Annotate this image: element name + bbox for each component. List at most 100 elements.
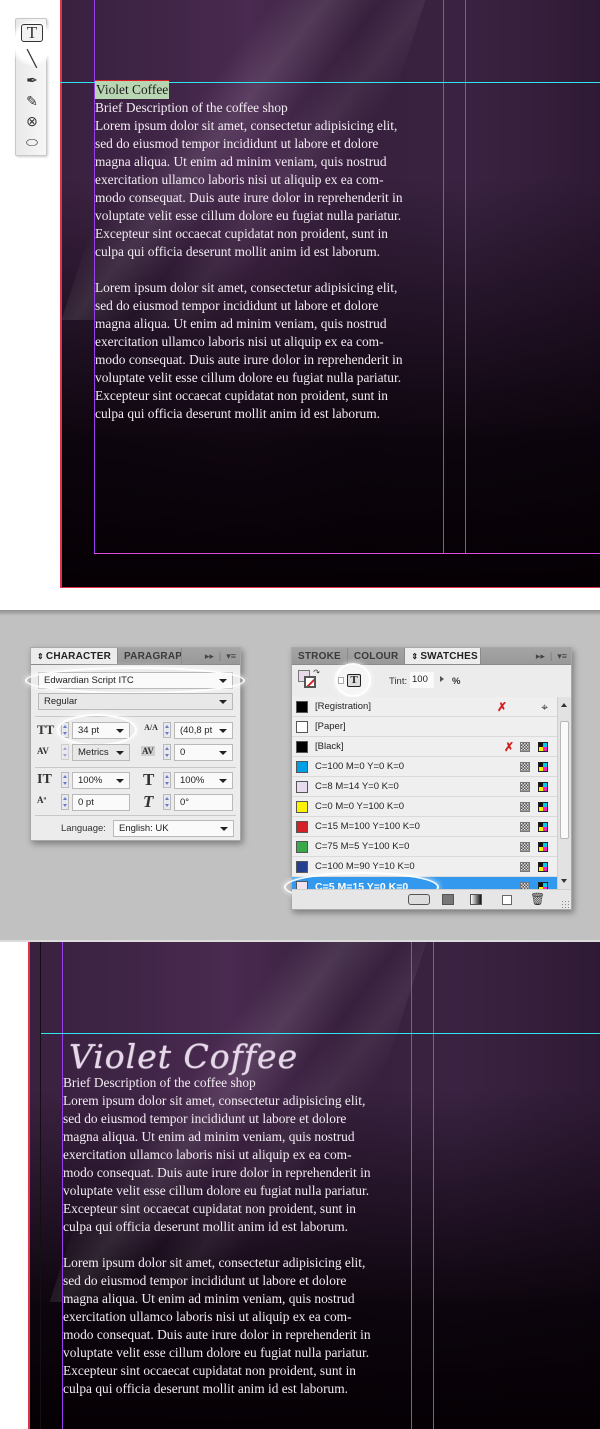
swatch-row[interactable]: C=75 M=5 Y=100 K=0 xyxy=(292,837,557,857)
tab-stroke[interactable]: STROKE xyxy=(292,648,348,664)
leading-stepper[interactable] xyxy=(163,722,171,738)
font-size-dropdown[interactable]: 34 pt xyxy=(72,722,130,739)
formatting-text-button[interactable]: T xyxy=(347,674,361,687)
pencil-tool-button[interactable]: ✎ xyxy=(20,91,44,111)
scroll-down-arrow-icon[interactable] xyxy=(561,879,567,883)
horizontal-scale-dropdown[interactable]: 100% xyxy=(174,772,233,789)
text-frame[interactable]: Violet Coffee Brief Description of the c… xyxy=(63,1040,413,1398)
leading-icon: A/A xyxy=(144,723,158,732)
formatting-container-icon[interactable] xyxy=(338,677,344,684)
swatch-row[interactable]: [Paper] xyxy=(292,717,557,737)
tint-value: 100 xyxy=(412,674,428,685)
tab-label: CHARACTER xyxy=(45,651,112,662)
ellipse-tool-button[interactable]: ⬭ xyxy=(20,132,44,152)
chevron-down-icon xyxy=(219,779,227,783)
vertical-scale-stepper[interactable] xyxy=(61,772,69,788)
process-color-icon xyxy=(520,802,530,812)
swatch-color-chip xyxy=(296,741,308,753)
tab-label: COLOUR xyxy=(353,651,399,662)
process-color-icon xyxy=(520,742,530,752)
baseline-shift-value: 0 pt xyxy=(78,797,94,808)
vertical-scale-value: 100% xyxy=(78,775,103,786)
font-size-icon: TT xyxy=(37,722,55,737)
scrollbar-thumb[interactable] xyxy=(560,721,569,839)
panel-menu-icon[interactable]: ▾≡ xyxy=(557,648,567,665)
kerning-value: Metrics xyxy=(78,747,109,758)
non-editable-icon: ✗ xyxy=(496,700,507,714)
bleed-bottom-edge xyxy=(60,587,600,588)
language-value: English: UK xyxy=(119,823,169,834)
cmyk-mode-icon xyxy=(538,762,548,772)
skew-icon: T xyxy=(143,792,154,811)
horizontal-scale-stepper[interactable] xyxy=(163,772,171,788)
tab-swatches[interactable]: ⇕ SWATCHES xyxy=(405,648,482,664)
font-size-value: 34 pt xyxy=(78,725,100,736)
tracking-dropdown[interactable]: 0 xyxy=(174,744,233,761)
scroll-up-arrow-icon[interactable] xyxy=(561,703,567,707)
font-family-dropdown[interactable]: Edwardian Script ITC xyxy=(38,672,233,689)
tab-paragraph[interactable]: PARAGRAPH xyxy=(118,648,183,664)
swatch-name: [Black] xyxy=(315,741,344,752)
tint-input[interactable]: 100 xyxy=(410,672,434,688)
swatch-row[interactable]: C=8 M=14 Y=0 K=0 xyxy=(292,777,557,797)
resize-grip-icon[interactable] xyxy=(561,900,569,908)
chevron-down-icon xyxy=(220,827,228,831)
vertical-scale-dropdown[interactable]: 100% xyxy=(72,772,130,789)
panels-area: ⇕CHARACTER PARAGRAPH ▸▸ | ▾≡ Edwardian S… xyxy=(0,610,600,942)
skew-input[interactable]: 0° xyxy=(174,794,233,811)
character-panel: ⇕CHARACTER PARAGRAPH ▸▸ | ▾≡ Edwardian S… xyxy=(25,647,245,841)
kerning-stepper[interactable] xyxy=(61,744,69,760)
swatch-row[interactable]: C=15 M=100 Y=100 K=0 xyxy=(292,817,557,837)
ellipse-icon: ⬭ xyxy=(26,133,38,150)
swatch-row[interactable]: [Registration] ✗ ⌖ xyxy=(292,697,557,717)
process-color-icon xyxy=(520,822,530,832)
swatch-name: C=15 M=100 Y=100 K=0 xyxy=(315,821,420,832)
type-tool-icon: T xyxy=(21,24,43,42)
swatch-list: [Registration] ✗ ⌖ [Paper] [Black] ✗ C=100 M=0… xyxy=(292,697,557,897)
type-tool-button[interactable]: T xyxy=(20,23,44,43)
fill-stroke-icon[interactable]: ↷ xyxy=(298,668,320,690)
expand-panel-icon[interactable]: ▸▸ xyxy=(536,648,545,665)
panel-menu-icon[interactable]: ▾≡ xyxy=(226,648,236,665)
text-frame[interactable]: Violet Coffee Brief Description of the c… xyxy=(95,80,445,423)
font-size-stepper[interactable] xyxy=(61,722,69,738)
tools-panel: T ╲ ✒ ✎ ⊗ ⬭ xyxy=(9,18,57,156)
line-tool-button[interactable]: ╲ xyxy=(20,49,44,69)
pen-tool-icon: ✒ xyxy=(26,71,38,88)
process-color-icon xyxy=(520,842,530,852)
swatch-row[interactable]: C=0 M=0 Y=100 K=0 xyxy=(292,797,557,817)
tracking-stepper[interactable] xyxy=(163,744,171,760)
swatch-name: C=100 M=90 Y=10 K=0 xyxy=(315,861,415,872)
horizontal-scale-value: 100% xyxy=(180,775,205,786)
font-style-dropdown[interactable]: Regular xyxy=(38,693,233,710)
show-all-swatches-button[interactable] xyxy=(408,894,430,905)
non-editable-icon: ✗ xyxy=(503,740,514,754)
tint-slider-arrow-icon[interactable] xyxy=(440,676,444,682)
tab-colour[interactable]: COLOUR xyxy=(348,648,406,664)
selected-heading-text[interactable]: Violet Coffee xyxy=(95,80,170,99)
chevron-down-icon xyxy=(116,729,124,733)
new-swatch-button[interactable] xyxy=(502,895,512,905)
baseline-shift-stepper[interactable] xyxy=(61,794,69,810)
expand-panel-icon[interactable]: ▸▸ xyxy=(205,648,214,665)
delete-swatch-icon[interactable]: 🗑 xyxy=(530,892,545,906)
tab-character[interactable]: ⇕ CHARACTER xyxy=(31,648,119,664)
swatch-row[interactable]: C=100 M=90 Y=10 K=0 xyxy=(292,857,557,877)
chevron-down-icon xyxy=(116,779,124,783)
pen-tool-button[interactable]: ✒ xyxy=(20,70,44,90)
language-dropdown[interactable]: English: UK xyxy=(113,820,234,837)
kerning-dropdown[interactable]: Metrics xyxy=(72,744,130,761)
swatch-row[interactable]: [Black] ✗ xyxy=(292,737,557,757)
skew-stepper[interactable] xyxy=(163,794,171,810)
top-document-page: Violet Coffee Brief Description of the c… xyxy=(60,0,600,588)
swatch-row[interactable]: C=100 M=0 Y=0 K=0 xyxy=(292,757,557,777)
rectangle-frame-tool-button[interactable]: ⊗ xyxy=(20,111,44,131)
swatch-name: [Paper] xyxy=(315,721,346,732)
show-gradient-swatches-button[interactable] xyxy=(470,894,482,905)
tint-label: Tint: xyxy=(389,676,408,687)
baseline-shift-input[interactable]: 0 pt xyxy=(72,794,130,811)
bleed-left-edge xyxy=(28,942,30,1429)
show-color-swatches-button[interactable] xyxy=(442,894,454,905)
leading-dropdown[interactable]: (40,8 pt xyxy=(174,722,233,739)
swatch-list-scrollbar[interactable] xyxy=(557,697,571,889)
